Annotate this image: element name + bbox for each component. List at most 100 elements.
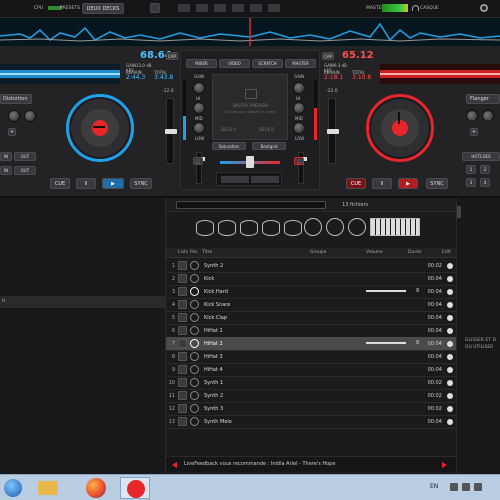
layout-select[interactable]: DEUX DECKS <box>82 3 124 14</box>
mixer-right-effect-select[interactable]: Beatgrid <box>252 142 286 150</box>
right-cue-button[interactable]: CUE <box>346 178 366 189</box>
right-jog-wheel[interactable] <box>366 94 434 162</box>
right-pad-4[interactable]: 4 <box>480 178 490 187</box>
tray-icons[interactable] <box>450 483 490 493</box>
cymbal-icon-3[interactable] <box>348 218 366 236</box>
row-play-icon[interactable] <box>190 261 199 270</box>
drum-icon-4[interactable] <box>262 220 280 236</box>
right-sync-button[interactable]: SYNC <box>426 178 448 189</box>
col-pos[interactable]: Pos <box>190 250 198 255</box>
left-pitch-handle[interactable] <box>165 129 177 134</box>
drum-icon-1[interactable] <box>196 220 214 236</box>
mixer-right-hi-knob[interactable] <box>293 102 305 114</box>
info-bar-next-icon[interactable] <box>442 462 447 468</box>
table-row[interactable]: 12 Synth 3 00:02 <box>166 402 456 416</box>
row-play-icon[interactable] <box>190 404 199 413</box>
right-pad-3[interactable]: 3 <box>466 178 476 187</box>
row-volume-slider[interactable] <box>366 342 406 344</box>
tab-scratch[interactable]: SCRATCH <box>252 59 283 68</box>
mixer-right-gain-knob[interactable] <box>293 82 305 94</box>
right-hotcues-select[interactable]: HOTCUES <box>462 152 500 161</box>
cymbal-icon-2[interactable] <box>326 218 344 236</box>
col-edit[interactable]: Edit <box>442 250 451 255</box>
sideview-scrollbar[interactable] <box>457 206 461 218</box>
row-play-icon[interactable] <box>190 274 199 283</box>
right-play-button[interactable]: ▶ <box>398 178 418 189</box>
folder-panel-highlight[interactable]: H <box>0 296 166 308</box>
file-explorer-icon[interactable] <box>38 481 58 495</box>
gear-icon[interactable] <box>447 275 453 282</box>
right-effect-select[interactable]: Flanger <box>466 94 500 104</box>
mixer-right-headphone-button[interactable]: 🎧 <box>294 157 304 165</box>
right-pad-2[interactable]: 2 <box>480 165 490 174</box>
left-loop-button-1[interactable]: IN <box>0 166 12 175</box>
row-play-icon[interactable] <box>190 352 199 361</box>
overview-waveform[interactable] <box>0 18 500 46</box>
gear-icon[interactable] <box>447 327 453 334</box>
right-pitch-handle[interactable] <box>327 129 339 134</box>
row-play-icon[interactable] <box>190 339 199 348</box>
table-row[interactable]: 5 Kick Clap 00:04 <box>166 311 456 325</box>
row-play-icon[interactable] <box>190 417 199 426</box>
firefox-icon[interactable] <box>86 478 106 498</box>
crossfader-handle[interactable] <box>246 156 254 168</box>
mixer-left-hi-knob[interactable] <box>193 102 205 114</box>
gear-icon[interactable] <box>447 353 453 360</box>
settings-icon[interactable] <box>480 4 488 12</box>
left-pitch-slider[interactable] <box>165 98 177 164</box>
gear-icon[interactable] <box>447 340 453 347</box>
row-play-icon[interactable] <box>190 326 199 335</box>
search-input[interactable] <box>176 201 326 209</box>
left-jog-wheel[interactable] <box>66 94 134 162</box>
left-pause-button[interactable]: II <box>76 178 96 189</box>
toolbar-button-1[interactable] <box>150 3 160 13</box>
table-row[interactable]: 2 Kick 00:04 <box>166 272 456 286</box>
table-row[interactable]: 6 HiHat 1 00:04 <box>166 324 456 338</box>
row-play-icon[interactable] <box>190 287 199 296</box>
gear-icon[interactable] <box>447 288 453 295</box>
table-row[interactable]: 9 HiHat 4 00:04 <box>166 363 456 377</box>
left-effect-knob-2[interactable] <box>24 110 36 122</box>
row-play-icon[interactable] <box>190 378 199 387</box>
gear-icon[interactable] <box>447 301 453 308</box>
gear-icon[interactable] <box>447 392 453 399</box>
left-effect-knob-1[interactable] <box>8 110 20 122</box>
table-row[interactable]: 11 Synth 2 00:02 <box>166 389 456 403</box>
mixer-left-effect-select[interactable]: Saturation <box>212 142 246 150</box>
col-title[interactable]: Titre <box>202 250 212 255</box>
table-row[interactable]: 4 Kick Snare 00:04 <box>166 298 456 312</box>
gear-icon[interactable] <box>447 314 453 321</box>
presets-label[interactable]: PRESETS <box>60 6 80 11</box>
left-sync-button[interactable]: SYNC <box>130 178 152 189</box>
col-volume[interactable]: Volume <box>366 250 383 255</box>
drum-icon-5[interactable] <box>284 220 302 236</box>
left-deck-waveform[interactable] <box>0 64 120 84</box>
info-bar-prev-icon[interactable] <box>172 462 177 468</box>
row-volume-slider[interactable] <box>366 290 406 292</box>
right-effect-knob-2[interactable] <box>482 110 494 122</box>
table-row-selected[interactable]: 7 HiHat 2 8 00:04 <box>166 337 456 351</box>
right-pitch-slider[interactable] <box>327 98 339 164</box>
start-button[interactable] <box>4 479 22 497</box>
table-row[interactable]: 8 HiHat 3 00:04 <box>166 350 456 364</box>
mixer-left-gain-knob[interactable] <box>193 82 205 94</box>
left-loop-button-2[interactable]: OUT <box>14 166 36 175</box>
tab-mixer[interactable]: MIXER <box>186 59 217 68</box>
headphones-icon[interactable] <box>412 5 419 11</box>
mixer-right-mid-knob[interactable] <box>293 122 305 134</box>
drum-icon-2[interactable] <box>218 220 236 236</box>
gear-icon[interactable] <box>447 379 453 386</box>
right-pause-button[interactable]: II <box>372 178 392 189</box>
gear-icon[interactable] <box>447 405 453 412</box>
gear-icon[interactable] <box>447 262 453 269</box>
left-cue-button[interactable]: CUE <box>50 178 70 189</box>
mixer-left-headphone-button[interactable]: 🎧 <box>193 157 203 165</box>
right-cap-button[interactable]: CAP <box>322 52 334 60</box>
video-preview[interactable]: DIGITAL PREVIEW Cliquez pour activer la … <box>212 74 288 140</box>
keyboard-icon[interactable] <box>370 218 420 236</box>
row-play-icon[interactable] <box>190 300 199 309</box>
left-play-button[interactable]: ▶ <box>102 178 124 189</box>
left-loop-out-button[interactable]: OUT <box>14 152 36 161</box>
left-cap-button[interactable]: CAP <box>166 52 178 60</box>
tab-video[interactable]: VIDEO <box>219 59 250 68</box>
